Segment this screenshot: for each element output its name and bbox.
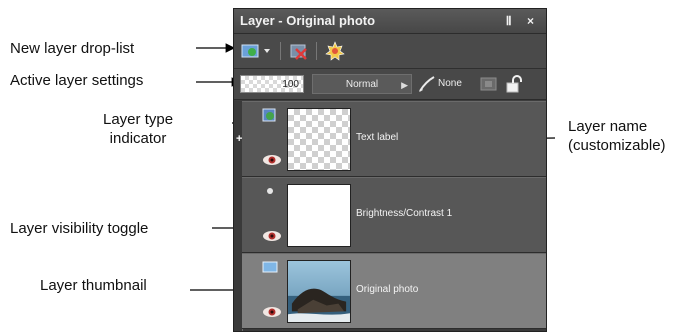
toolbar-divider — [280, 42, 281, 60]
opacity-field[interactable]: 100 — [240, 75, 304, 93]
active-layer-settings: 100 Normal ▶ None — [234, 69, 546, 100]
brush-icon[interactable] — [417, 74, 437, 94]
lock-icon[interactable] — [504, 74, 526, 94]
chevron-right-icon: ▶ — [401, 80, 408, 90]
visibility-eye-icon[interactable] — [262, 154, 282, 166]
callout-new-layer: New layer drop-list — [10, 40, 135, 57]
blend-mode-value: Normal — [345, 79, 379, 90]
layer-name[interactable]: Text label — [356, 132, 398, 143]
layer-toolbar — [234, 34, 546, 69]
adjustment-layer-type-icon — [267, 188, 273, 194]
callout-thumbnail: Layer thumbnail — [40, 277, 147, 294]
delete-layer-icon[interactable] — [288, 41, 310, 61]
layer-thumbnail[interactable] — [287, 108, 351, 171]
layer-effects-icon[interactable] — [324, 41, 346, 61]
clip-layer-icon[interactable] — [478, 74, 500, 94]
callout-active-settings: Active layer settings — [10, 72, 144, 89]
layer-list: Text label + Brightness/Contrast 1 Origi… — [234, 101, 546, 331]
background-layer-type-icon — [262, 261, 278, 273]
expand-group-button[interactable]: + — [236, 133, 242, 145]
layer-row-text-label[interactable]: Text label — [242, 101, 546, 177]
layer-name[interactable]: Original photo — [356, 284, 418, 295]
panel-titlebar[interactable]: Layer - Original photo Ⅱ × — [234, 9, 546, 34]
layer-thumbnail[interactable] — [287, 184, 351, 247]
visibility-eye-icon[interactable] — [262, 230, 282, 242]
object-layer-type-icon — [262, 108, 276, 122]
blend-mode-select[interactable]: Normal ▶ — [312, 74, 412, 94]
panel-window-buttons[interactable]: Ⅱ × — [506, 9, 540, 33]
panel-title: Layer - Original photo — [240, 13, 376, 28]
layer-name[interactable]: Brightness/Contrast 1 — [356, 208, 452, 219]
toolbar-divider — [316, 42, 317, 60]
new-layer-droplist-icon[interactable] — [240, 41, 274, 61]
callout-layer-type: Layer type indicator — [103, 111, 174, 147]
layer-thumbnail[interactable] — [287, 260, 351, 323]
brush-mode-value[interactable]: None — [438, 78, 462, 89]
visibility-eye-icon[interactable] — [262, 306, 282, 318]
layer-row-brightness-contrast[interactable]: Brightness/Contrast 1 — [242, 177, 546, 253]
layer-panel: Layer - Original photo Ⅱ × 100 Normal ▶ — [233, 8, 547, 332]
callout-visibility: Layer visibility toggle — [10, 220, 149, 237]
callout-layer-name: Layer name (customizable) — [568, 118, 666, 154]
layer-row-original-photo[interactable]: Original photo — [242, 253, 546, 329]
